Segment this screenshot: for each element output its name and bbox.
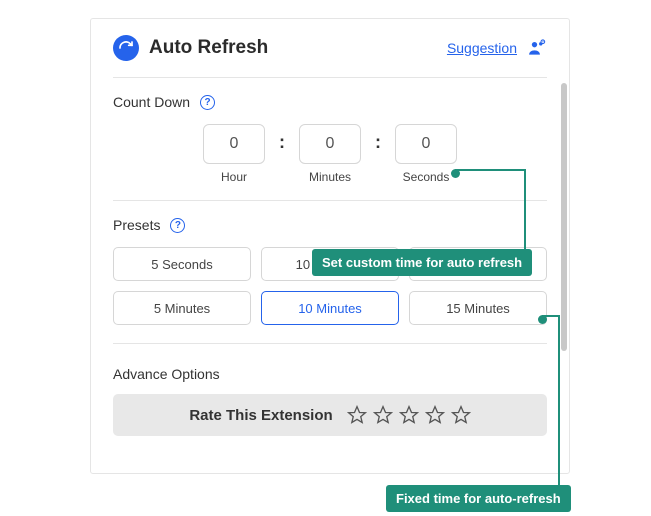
svg-text:?: ? bbox=[542, 40, 544, 44]
seconds-caption: Seconds bbox=[403, 170, 450, 184]
preset-button[interactable]: 5 Minutes bbox=[113, 291, 251, 325]
star-icon[interactable] bbox=[451, 405, 471, 425]
annotation-leader bbox=[455, 169, 526, 171]
seconds-input[interactable] bbox=[395, 124, 457, 164]
preset-button-selected[interactable]: 10 Minutes bbox=[261, 291, 399, 325]
extension-panel: Auto Refresh Suggestion ? Count Down ? H… bbox=[90, 18, 570, 474]
help-icon[interactable]: ? bbox=[170, 218, 185, 233]
star-icon[interactable] bbox=[399, 405, 419, 425]
divider bbox=[113, 77, 547, 78]
minutes-input[interactable] bbox=[299, 124, 361, 164]
divider bbox=[113, 343, 547, 344]
hour-caption: Hour bbox=[221, 170, 247, 184]
star-icon[interactable] bbox=[425, 405, 445, 425]
star-icon[interactable] bbox=[373, 405, 393, 425]
header: Auto Refresh Suggestion ? bbox=[113, 35, 547, 61]
suggestion-link[interactable]: Suggestion bbox=[447, 40, 517, 56]
preset-button[interactable]: 15 Minutes bbox=[409, 291, 547, 325]
countdown-row: Hour : Minutes : Seconds bbox=[113, 124, 547, 184]
hour-input[interactable] bbox=[203, 124, 265, 164]
callout-fixed-time: Fixed time for auto-refresh bbox=[386, 485, 571, 512]
rate-text: Rate This Extension bbox=[189, 407, 332, 424]
advance-options-label: Advance Options bbox=[113, 366, 547, 382]
minutes-caption: Minutes bbox=[309, 170, 351, 184]
countdown-label: Count Down bbox=[113, 94, 190, 110]
callout-custom-time: Set custom time for auto refresh bbox=[312, 249, 532, 276]
help-icon[interactable]: ? bbox=[200, 95, 215, 110]
presets-label-row: Presets ? bbox=[113, 217, 547, 233]
colon: : bbox=[279, 132, 285, 153]
rate-bar: Rate This Extension bbox=[113, 394, 547, 436]
presets-label: Presets bbox=[113, 217, 160, 233]
people-icon[interactable]: ? bbox=[527, 38, 547, 58]
annotation-leader bbox=[524, 169, 526, 251]
countdown-label-row: Count Down ? bbox=[113, 94, 547, 110]
rating-stars[interactable] bbox=[347, 405, 471, 425]
divider bbox=[113, 200, 547, 201]
colon: : bbox=[375, 132, 381, 153]
refresh-icon bbox=[113, 35, 139, 61]
annotation-leader bbox=[558, 315, 560, 487]
app-title: Auto Refresh bbox=[149, 37, 447, 59]
scrollbar[interactable] bbox=[561, 83, 567, 351]
star-icon[interactable] bbox=[347, 405, 367, 425]
preset-button[interactable]: 5 Seconds bbox=[113, 247, 251, 281]
